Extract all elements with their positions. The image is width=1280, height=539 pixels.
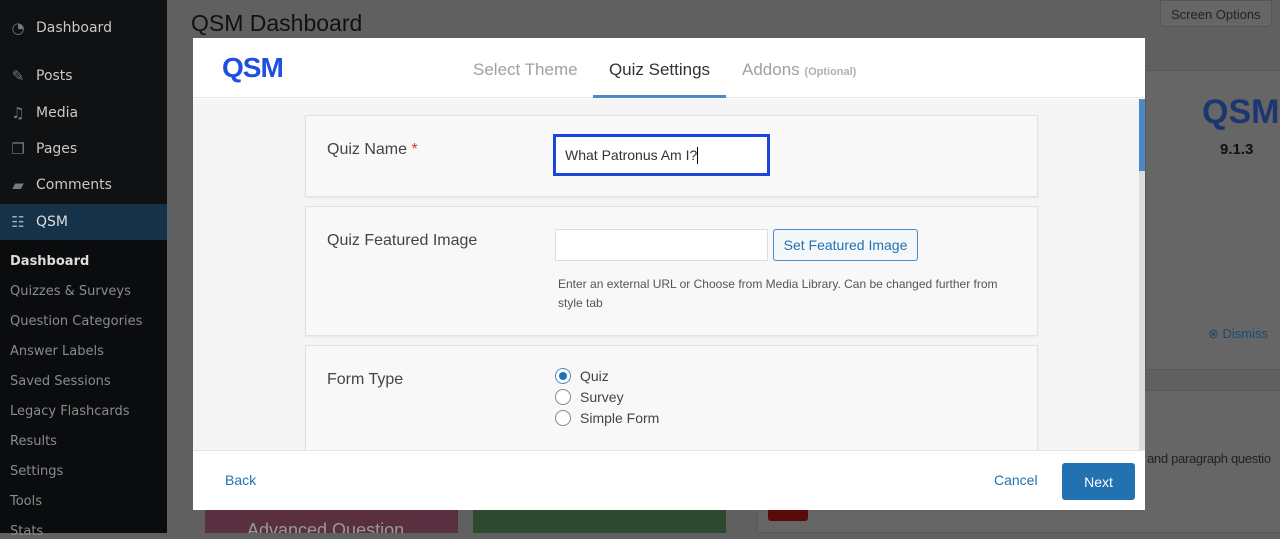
menu-label: QSM	[36, 214, 68, 230]
menu-media[interactable]: ♫ Media	[0, 96, 167, 130]
required-asterisk: *	[411, 141, 418, 158]
menu-dashboard[interactable]: ◔ Dashboard	[0, 11, 167, 45]
qsm-logo: QSM	[1202, 93, 1280, 131]
snippet-text: and paragraph questio	[1147, 451, 1271, 466]
label-text: Quiz Name	[327, 141, 408, 158]
menu-qsm[interactable]: ☷ QSM	[0, 204, 167, 240]
active-arrow	[160, 215, 174, 229]
admin-sidebar: ◔ Dashboard ✎ Posts ♫ Media ❐ Pages ▰ Comment…	[0, 0, 174, 539]
menu-label: Dashboard	[36, 20, 112, 36]
modal-scrollbar[interactable]	[1139, 99, 1145, 450]
menu-label: Media	[36, 105, 79, 121]
form-type-label: Form Type	[327, 371, 404, 388]
form-type-section: Form Type Quiz Survey Simple Form	[305, 345, 1038, 450]
quiz-name-label: Quiz Name *	[327, 141, 418, 159]
menu-comments[interactable]: ▰ Comments	[0, 168, 167, 202]
text-cursor	[697, 146, 699, 164]
optional-label: (Optional)	[804, 66, 857, 78]
screen-options-button[interactable]: Screen Options	[1160, 0, 1272, 27]
radio-label: Simple Form	[580, 410, 660, 426]
modal-body: Quiz Name * What Patronus Am I? Quiz Fea…	[193, 99, 1139, 450]
menu-label: Comments	[36, 177, 112, 193]
set-featured-image-button[interactable]: Set Featured Image	[773, 229, 918, 261]
featured-image-url-input[interactable]	[555, 229, 768, 261]
next-button[interactable]: Next	[1062, 463, 1135, 500]
submenu-answer-labels[interactable]: Answer Labels	[10, 344, 104, 359]
quiz-name-section: Quiz Name * What Patronus Am I?	[305, 115, 1038, 197]
featured-image-section: Quiz Featured Image Set Featured Image E…	[305, 206, 1038, 336]
version: 9.1.3	[1220, 141, 1254, 158]
featured-image-label: Quiz Featured Image	[327, 232, 478, 249]
radio-simple-form[interactable]: Simple Form	[555, 410, 659, 426]
pin-icon: ✎	[11, 67, 25, 85]
menu-posts[interactable]: ✎ Posts	[0, 59, 167, 93]
submenu-results[interactable]: Results	[10, 434, 57, 449]
menu-pages[interactable]: ❐ Pages	[0, 132, 167, 166]
radio-label: Quiz	[580, 368, 609, 384]
submenu-dashboard[interactable]: Dashboard	[10, 254, 89, 269]
back-button[interactable]: Back	[225, 472, 256, 488]
submenu-categories[interactable]: Question Categories	[10, 314, 142, 329]
input-value: What Patronus Am I?	[565, 147, 698, 163]
dismiss-link[interactable]: ⊗ Dismiss	[1208, 326, 1268, 342]
submenu-quizzes[interactable]: Quizzes & Surveys	[10, 284, 131, 299]
radio-unchecked-icon	[555, 389, 571, 405]
welcome-panel: QSM 9.1.3 ⊗ Dismiss	[1145, 70, 1280, 370]
submenu-tools[interactable]: Tools	[10, 494, 42, 509]
tab-addons[interactable]: Addons (Optional)	[742, 38, 856, 98]
modal-footer: Back Cancel Next	[193, 450, 1145, 510]
media-icon: ♫	[11, 104, 25, 122]
scrollbar-thumb[interactable]	[1139, 99, 1145, 171]
card-title: Advanced Question	[247, 520, 405, 533]
submenu-saved-sessions[interactable]: Saved Sessions	[10, 374, 111, 389]
tab-quiz-settings[interactable]: Quiz Settings	[593, 38, 726, 98]
featured-image-help: Enter an external URL or Choose from Med…	[558, 277, 998, 310]
radio-unchecked-icon	[555, 410, 571, 426]
tab-select-theme[interactable]: Select Theme	[473, 38, 578, 98]
qsm-logo: QSM	[222, 52, 284, 83]
page-title: QSM Dashboard	[191, 10, 363, 36]
radio-checked-icon	[555, 368, 571, 384]
qsm-icon: ☷	[11, 213, 25, 231]
quiz-name-input[interactable]: What Patronus Am I?	[553, 134, 770, 176]
submenu-flashcards[interactable]: Legacy Flashcards	[10, 404, 130, 419]
dismiss-label: Dismiss	[1222, 326, 1269, 341]
tab-label: Addons	[742, 60, 800, 79]
radio-survey[interactable]: Survey	[555, 389, 624, 405]
pages-icon: ❐	[11, 140, 25, 158]
dashboard-icon: ◔	[11, 19, 25, 37]
menu-label: Pages	[36, 141, 78, 157]
submenu: Dashboard Quizzes & Surveys Question Cat…	[0, 240, 167, 539]
submenu-stats[interactable]: Stats	[10, 524, 43, 539]
modal-header: QSM Select Theme Quiz Settings Addons (O…	[193, 38, 1145, 98]
quiz-wizard-modal: QSM Select Theme Quiz Settings Addons (O…	[193, 38, 1145, 510]
radio-quiz[interactable]: Quiz	[555, 368, 609, 384]
cancel-button[interactable]: Cancel	[994, 472, 1038, 488]
menu-label: Posts	[36, 68, 73, 84]
submenu-settings[interactable]: Settings	[10, 464, 63, 479]
comment-icon: ▰	[12, 176, 24, 194]
radio-label: Survey	[580, 389, 624, 405]
